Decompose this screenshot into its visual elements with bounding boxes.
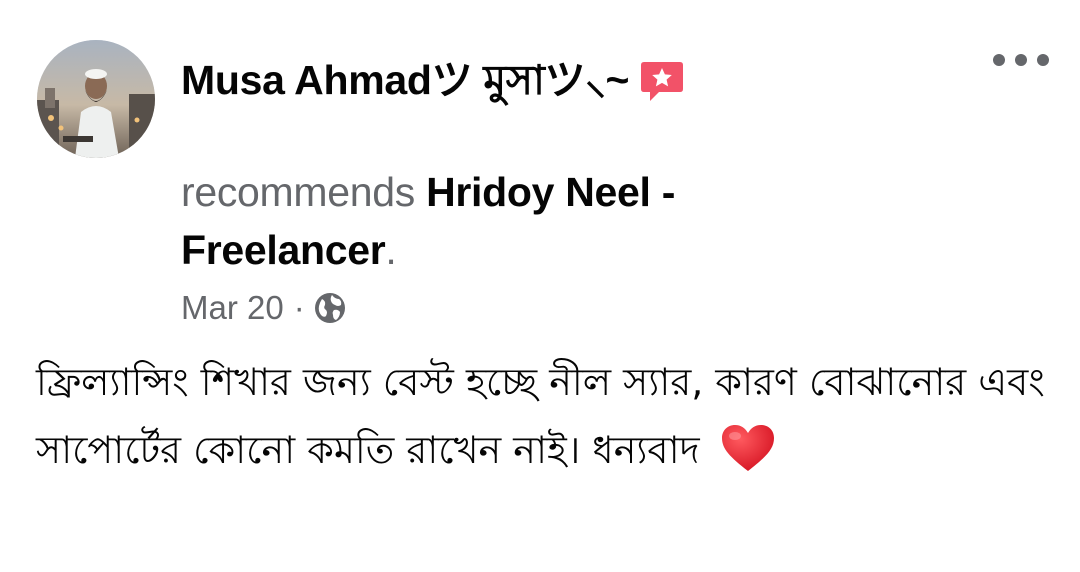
- author-name[interactable]: Musa Ahmadツ মুসাツ⸜~: [181, 46, 629, 118]
- recommendation-post: Musa Ahmadツ মুসাツ⸜~ recommends Hridoy Ne…: [0, 0, 1080, 572]
- post-body-text: ফ্রিল্যান্সিং শিখার জন্য বেস্ট হচ্ছে নীল…: [36, 360, 1045, 472]
- sentence-period: .: [385, 227, 397, 273]
- more-options-button[interactable]: [986, 40, 1056, 80]
- recommend-line: recommends Hridoy Neel - Freelancer.: [181, 163, 901, 279]
- more-dots-icon: [993, 54, 1049, 66]
- recommends-word: recommends: [181, 169, 415, 215]
- author-row: Musa Ahmadツ মুসাツ⸜~: [181, 52, 685, 112]
- globe-icon[interactable]: [313, 291, 347, 325]
- post-date[interactable]: Mar 20: [181, 289, 284, 327]
- avatar[interactable]: [37, 40, 155, 158]
- avatar-photo: [37, 40, 155, 158]
- heart-emoji: [720, 423, 776, 473]
- recommendation-star-icon: [639, 59, 685, 105]
- post-body: ফ্রিল্যান্সিং শিখার জন্য বেস্ট হচ্ছে নীল…: [36, 348, 1046, 484]
- meta-separator: ·: [293, 289, 305, 326]
- post-meta: Mar 20 ·: [181, 284, 347, 332]
